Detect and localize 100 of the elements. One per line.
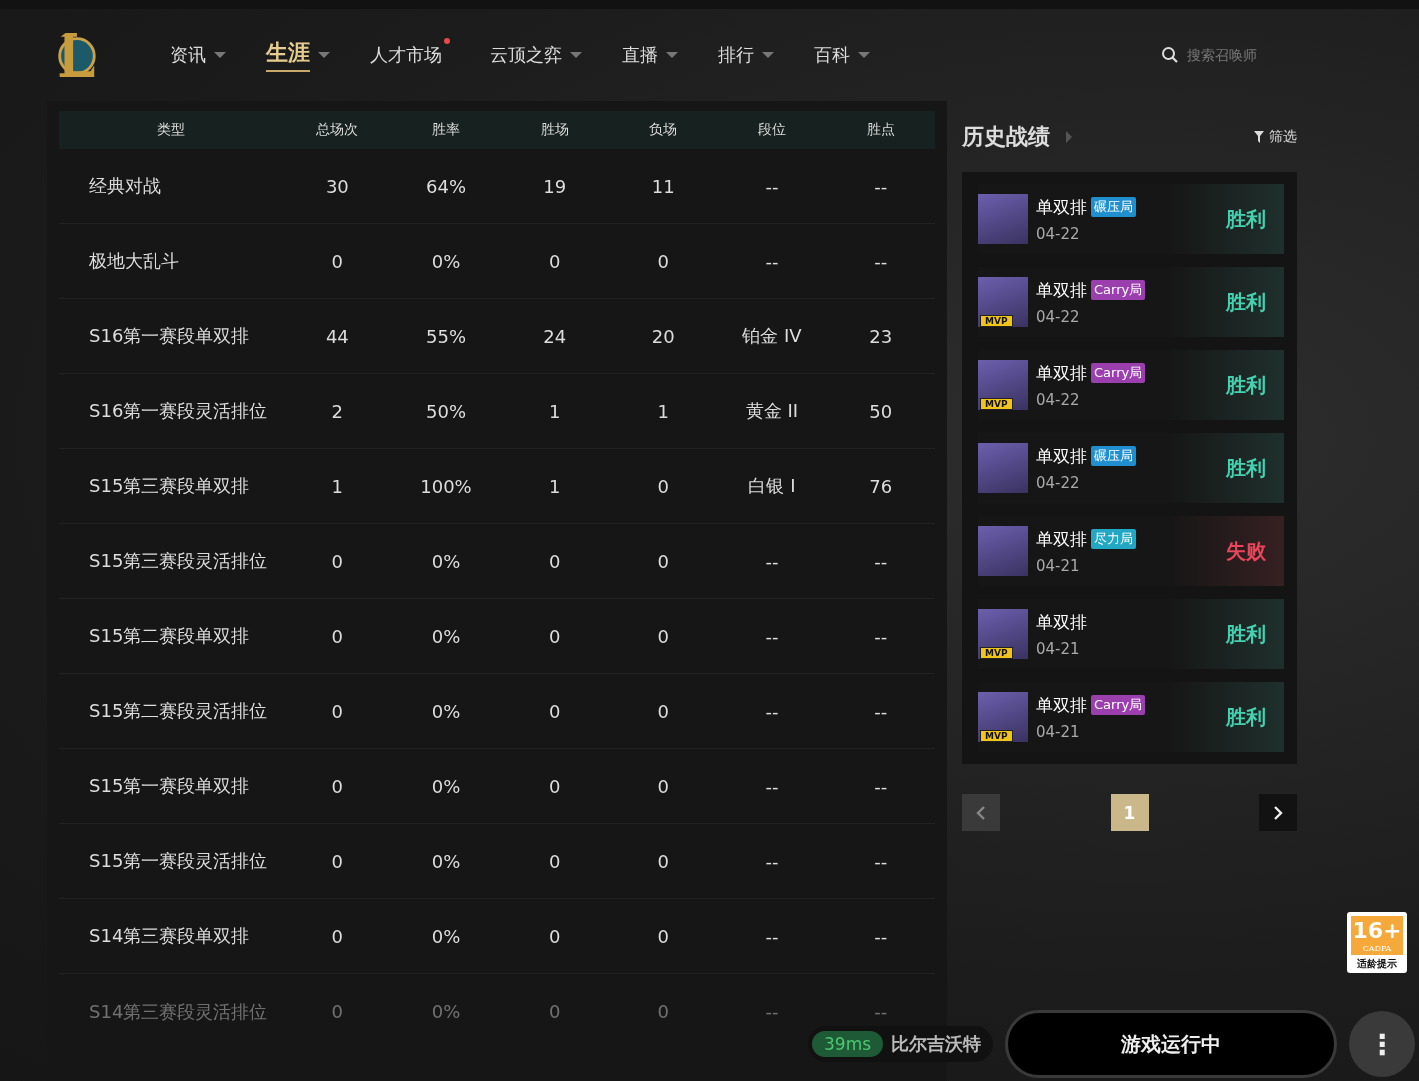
- nav-tab[interactable]: 人才市场: [370, 38, 450, 72]
- table-cell-text: 30: [324, 175, 350, 197]
- search-field[interactable]: 搜索召唤师: [1185, 46, 1299, 64]
- table-cell-text: --: [764, 1001, 780, 1022]
- table-cell-text: 100%: [419, 475, 473, 497]
- column-header: 胜点: [865, 121, 896, 139]
- match-date: 04-22: [1036, 307, 1081, 326]
- table-cell-text: 0: [656, 550, 671, 572]
- table-cell-text: --: [764, 700, 780, 722]
- age-rating-text: 16+: [1352, 918, 1402, 944]
- table-cell-text: 50%: [425, 400, 467, 422]
- table-cell-text: 23: [868, 325, 894, 347]
- server-status-pill[interactable]: 39ms 比尔吉沃特: [808, 1026, 994, 1062]
- table-cell-text: --: [873, 175, 889, 197]
- table-cell-text: 0%: [430, 250, 462, 272]
- table-cell-text: 0%: [430, 850, 462, 872]
- nav-tab[interactable]: 百科: [814, 38, 870, 72]
- table-cell-text: --: [764, 250, 780, 272]
- table-cell-text: 0: [330, 700, 345, 722]
- table-cell-text: --: [873, 925, 889, 947]
- table-cell-text: 经典对战: [88, 174, 162, 198]
- match-item[interactable]: MVP 单双排 Carry局 04-22 胜利: [978, 350, 1284, 420]
- match-item[interactable]: MVP 单双排 Carry局 04-22 胜利: [978, 267, 1284, 337]
- column-header: 类型: [156, 121, 186, 139]
- nav-tab[interactable]: 排行: [718, 38, 774, 72]
- table-cell-text: 0: [547, 625, 562, 647]
- chevron-left-icon: [976, 804, 986, 821]
- table-cell-text: 76: [868, 475, 894, 497]
- table-cell-text: 黄金 II: [744, 399, 800, 423]
- table-cell-text: 11: [650, 175, 676, 197]
- table-cell-text: 0: [330, 925, 345, 947]
- table-cell-text: 0%: [430, 625, 462, 647]
- table-cell-text: 0%: [430, 550, 462, 572]
- next-page-button[interactable]: [1259, 794, 1297, 831]
- table-cell-text: 0: [656, 475, 671, 497]
- match-date: 04-21: [1036, 556, 1081, 575]
- match-item[interactable]: 单双排 碾压局 04-22 胜利: [978, 433, 1284, 503]
- table-cell-text: 0: [547, 925, 562, 947]
- table-cell-text: 0: [656, 250, 671, 272]
- table-cell-text: 铂金 IV: [741, 324, 803, 348]
- match-date: 04-22: [1036, 224, 1081, 243]
- match-date: 04-21: [1036, 722, 1081, 741]
- match-tag: 尽力局: [1091, 529, 1136, 549]
- table-cell-text: 1: [547, 400, 562, 422]
- match-item[interactable]: MVP 单双排 Carry局 04-21 胜利: [978, 682, 1284, 752]
- table-cell-text: 0: [656, 700, 671, 722]
- match-date: 04-22: [1036, 390, 1081, 409]
- table-cell-text: --: [873, 850, 889, 872]
- champion-portrait: [978, 443, 1028, 493]
- match-item[interactable]: 单双排 尽力局 04-21 失败: [978, 516, 1284, 586]
- queue-label: 单双排: [1036, 527, 1087, 551]
- table-cell-text: 44: [324, 325, 350, 347]
- table-cell-text: S16第一赛段灵活排位: [88, 399, 269, 423]
- mvp-badge: MVP: [980, 730, 1013, 742]
- champion-portrait: [978, 194, 1028, 244]
- match-tag: 碾压局: [1091, 446, 1136, 466]
- table-cell-text: 0: [656, 775, 671, 797]
- age-caption: 适龄提示: [1357, 957, 1397, 971]
- table-cell-text: 0: [330, 250, 345, 272]
- table-cell-text: 0: [330, 1001, 345, 1022]
- nav-tab[interactable]: 资讯: [170, 38, 226, 72]
- match-item[interactable]: 单双排 碾压局 04-22 胜利: [978, 184, 1284, 254]
- table-cell-text: 0: [330, 775, 345, 797]
- match-result: 胜利: [1226, 703, 1266, 731]
- table-cell-text: 55%: [425, 325, 467, 347]
- table-cell-text: 0: [547, 700, 562, 722]
- table-cell-text: 0: [547, 850, 562, 872]
- table-cell-text: 极地大乱斗: [88, 249, 180, 273]
- play-button[interactable]: 游戏运行中: [1005, 1010, 1338, 1078]
- search-icon: [1161, 46, 1179, 64]
- match-result: 胜利: [1226, 620, 1266, 648]
- match-date: 04-21: [1036, 639, 1081, 658]
- queue-label: 单双排: [1036, 610, 1087, 634]
- nav-tab[interactable]: 生涯: [266, 38, 330, 72]
- table-cell-text: 1: [547, 475, 562, 497]
- table-cell-text: --: [873, 250, 889, 272]
- nav-tab[interactable]: 云顶之弈: [490, 38, 582, 72]
- filter-button[interactable]: 筛选: [1254, 128, 1297, 146]
- nav-tab[interactable]: 直播: [622, 38, 678, 72]
- table-cell-text: 0%: [430, 1001, 462, 1022]
- table-cell-text: 19: [542, 175, 568, 197]
- match-result: 胜利: [1226, 454, 1266, 482]
- more-menu-button[interactable]: ⋮: [1349, 1011, 1416, 1077]
- table-cell-text: 0%: [430, 775, 462, 797]
- table-cell-text: 0: [656, 625, 671, 647]
- table-cell-text: 64%: [425, 175, 467, 197]
- queue-label: 单双排: [1036, 444, 1087, 468]
- table-cell-text: 0: [656, 925, 671, 947]
- match-item[interactable]: MVP 单双排 04-21 胜利: [978, 599, 1284, 669]
- table-cell-text: 2: [330, 400, 345, 422]
- table-cell-text: --: [764, 175, 780, 197]
- table-cell-text: 1: [330, 475, 345, 497]
- chevron-right-icon: [1273, 804, 1283, 821]
- previous-page-button[interactable]: [962, 794, 1000, 831]
- mvp-badge: MVP: [980, 647, 1013, 659]
- column-header: 段位: [757, 121, 787, 139]
- match-tag: Carry局: [1091, 695, 1146, 715]
- queue-label: 单双排: [1036, 195, 1087, 219]
- table-cell-text: S15第一赛段单双排: [88, 774, 251, 798]
- table-cell-text: 50: [868, 400, 894, 422]
